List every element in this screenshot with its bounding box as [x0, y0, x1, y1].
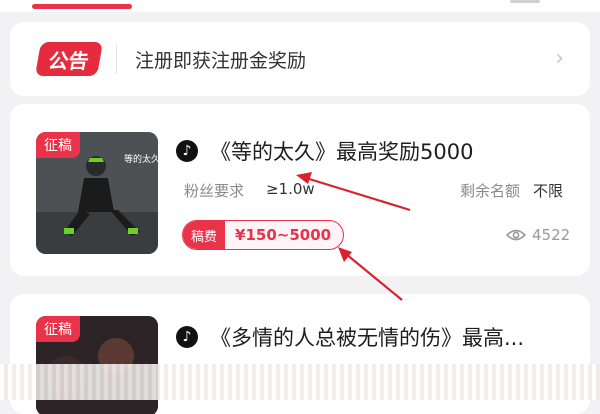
- chevron-right-icon[interactable]: ›: [555, 46, 564, 71]
- bottom-overlay: [0, 364, 600, 400]
- view-count-value: 4522: [532, 226, 571, 244]
- fee-value: ¥150~5000: [235, 226, 332, 244]
- task-title: 《多情的人总被无情的伤》最高...: [210, 326, 525, 350]
- cover-tag: 征稿: [36, 316, 80, 342]
- notice-badge: 公告: [35, 42, 103, 76]
- tiktok-icon: ♪: [176, 326, 198, 348]
- fan-requirement-value: ≥1.0w: [266, 180, 315, 198]
- cover-art-title: 等的太久: [124, 153, 158, 165]
- notice-text: 注册即获注册金奖励: [135, 49, 307, 72]
- tiktok-icon: ♪: [176, 140, 198, 162]
- active-tab-indicator: [32, 4, 132, 9]
- notice-divider: [116, 44, 117, 74]
- top-right-mark: [510, 0, 540, 3]
- fee-badge: 稿费 ¥150~5000: [182, 220, 345, 250]
- task-card[interactable]: 等的太久 征稿 ♪ 《等的太久》最高奖励5000 粉丝要求 ≥1.0w 剩余名额…: [10, 104, 590, 276]
- task-cover-image[interactable]: 等的太久 征稿: [36, 132, 158, 254]
- cover-tag: 征稿: [36, 132, 80, 158]
- notice-bar[interactable]: 公告 注册即获注册金奖励 ›: [10, 22, 590, 96]
- fan-requirement-label: 粉丝要求: [184, 182, 245, 200]
- view-count: 4522: [506, 226, 570, 244]
- task-title: 《等的太久》最高奖励5000: [210, 140, 474, 164]
- top-strip: [0, 0, 600, 12]
- task-title-row[interactable]: ♪ 《等的太久》最高奖励5000: [176, 136, 473, 166]
- task-title-row[interactable]: ♪ 《多情的人总被无情的伤》最高...: [176, 322, 524, 352]
- eye-icon: [506, 229, 526, 241]
- remaining-quota-value: 不限: [533, 182, 564, 200]
- remaining-quota-label: 剩余名额: [460, 182, 521, 200]
- fee-label: 稿费: [183, 221, 226, 249]
